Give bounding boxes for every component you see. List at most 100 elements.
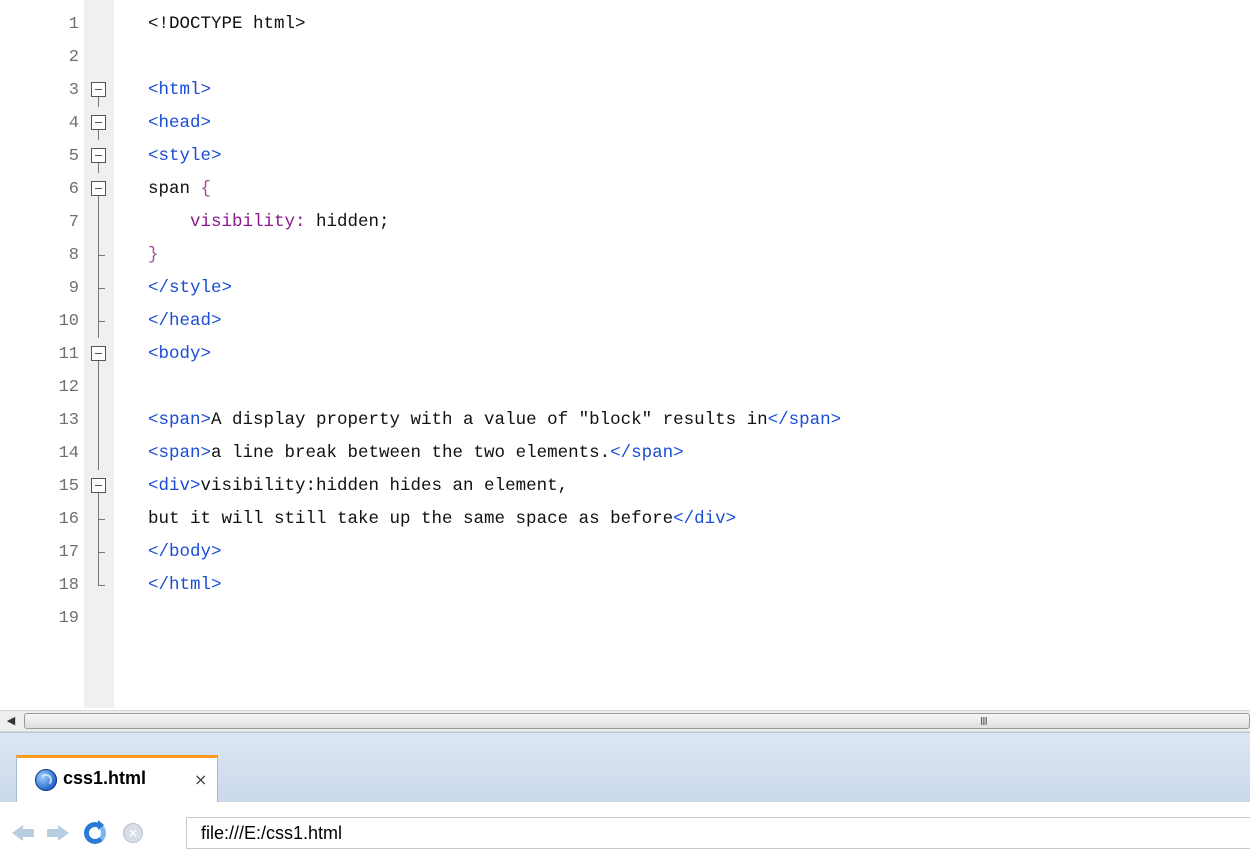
- scroll-left-glyph: ◀: [6, 715, 16, 727]
- horizontal-scrollbar[interactable]: ◀ III: [0, 710, 1250, 732]
- code-text: </head>: [148, 305, 222, 338]
- text-token: span: [148, 179, 201, 199]
- fold-tick: [98, 552, 105, 553]
- code-text: <!DOCTYPE html>: [148, 8, 306, 41]
- fold-box: [91, 478, 106, 493]
- fold-vertical: [98, 437, 99, 470]
- code-line[interactable]: 18 </html>: [0, 569, 1250, 602]
- forward-arrow-head: [58, 825, 69, 841]
- code-line[interactable]: 2: [0, 41, 1250, 74]
- scrollbar-grip-icon: III: [980, 715, 988, 728]
- line-number: 12: [58, 378, 79, 397]
- fold-toggle-minus-icon[interactable]: [84, 173, 114, 206]
- back-arrow-icon[interactable]: [10, 820, 36, 846]
- text-token: hidden;: [305, 212, 390, 232]
- url-text: file:///E:/css1.html: [201, 823, 343, 843]
- fold-guide-line: [84, 371, 114, 404]
- tab-bar-bottom-strip: [0, 802, 1250, 810]
- html-tag-token: </head>: [148, 311, 222, 331]
- code-editor[interactable]: 1 <!DOCTYPE html> 2 3 <html> 4 <head> 5 <style> 6…: [0, 0, 1250, 708]
- fold-toggle-minus-icon[interactable]: [84, 470, 114, 503]
- fold-toggle-minus-icon[interactable]: [84, 338, 114, 371]
- fold-guide-line: [84, 206, 114, 239]
- scrollbar-thumb[interactable]: III: [24, 713, 1250, 729]
- fold-box: [91, 115, 106, 130]
- code-line[interactable]: 3 <html>: [0, 74, 1250, 107]
- line-number: 9: [68, 279, 79, 298]
- fold-end-tick: [84, 503, 114, 536]
- line-number: 3: [68, 81, 79, 100]
- fold-tail: [98, 130, 99, 140]
- code-text: <body>: [148, 338, 211, 371]
- html-tag-token: </span>: [767, 410, 842, 430]
- reload-icon[interactable]: [82, 820, 108, 846]
- code-text: <style>: [148, 140, 222, 173]
- fold-tick: [98, 585, 105, 586]
- url-field[interactable]: file:///E:/css1.html: [186, 817, 1250, 849]
- fold-toggle-minus-icon[interactable]: [84, 74, 114, 107]
- fold-empty: [84, 41, 114, 74]
- code-text: }: [148, 239, 159, 272]
- code-line[interactable]: 17 </body>: [0, 536, 1250, 569]
- fold-tick: [98, 255, 105, 256]
- fold-vertical: [98, 371, 99, 404]
- code-line[interactable]: 6 span {: [0, 173, 1250, 206]
- code-line[interactable]: 13 <span>A display property with a value …: [0, 404, 1250, 437]
- code-line[interactable]: 12: [0, 371, 1250, 404]
- html-tag-token: </div>: [673, 509, 737, 529]
- html-tag-token: <style>: [148, 146, 222, 166]
- code-line[interactable]: 7 visibility: hidden;: [0, 206, 1250, 239]
- line-number: 1: [68, 15, 79, 34]
- code-line[interactable]: 4 <head>: [0, 107, 1250, 140]
- code-line[interactable]: 15 <div>visibility:hidden hides an elemen…: [0, 470, 1250, 503]
- fold-tail: [98, 196, 99, 206]
- scroll-left-arrow-icon[interactable]: ◀: [0, 711, 22, 731]
- code-line[interactable]: 9 </style>: [0, 272, 1250, 305]
- html-tag-token: </html>: [148, 575, 222, 595]
- browser-globe-icon: [35, 769, 57, 791]
- fold-vertical: [98, 404, 99, 437]
- fold-tail: [98, 361, 99, 371]
- stop-icon[interactable]: ×: [120, 820, 146, 846]
- tab-bar: css1.html ×: [0, 732, 1250, 810]
- code-line[interactable]: 8}: [0, 239, 1250, 272]
- fold-toggle-minus-icon[interactable]: [84, 107, 114, 140]
- code-text: <head>: [148, 107, 211, 140]
- html-tag-token: <body>: [148, 344, 212, 364]
- code-line[interactable]: 10 </head>: [0, 305, 1250, 338]
- code-line[interactable]: 14 <span>a line break between the two ele…: [0, 437, 1250, 470]
- tab-close-icon[interactable]: ×: [194, 770, 207, 789]
- code-line[interactable]: 1 <!DOCTYPE html>: [0, 8, 1250, 41]
- fold-tail: [98, 493, 99, 503]
- fold-toggle-minus-icon[interactable]: [84, 140, 114, 173]
- line-number: 18: [58, 576, 79, 595]
- code-line[interactable]: 11 <body>: [0, 338, 1250, 371]
- fold-empty: [84, 8, 114, 41]
- code-line[interactable]: 16 but it will still take up the same spa…: [0, 503, 1250, 536]
- html-tag-token: <head>: [148, 113, 212, 133]
- html-tag-token: <span>: [148, 443, 212, 463]
- fold-end-tick: [84, 536, 114, 569]
- code-line[interactable]: 19: [0, 602, 1250, 635]
- code-line[interactable]: 5 <style>: [0, 140, 1250, 173]
- text-token: A display property with a value of "bloc…: [211, 410, 768, 430]
- tab-css1-html[interactable]: css1.html ×: [16, 755, 218, 803]
- forward-arrow-icon[interactable]: [45, 820, 71, 846]
- line-number: 6: [68, 180, 79, 199]
- tab-label: css1.html: [63, 768, 147, 788]
- code-text: span {: [148, 173, 211, 206]
- fold-box: [91, 148, 106, 163]
- code-text: </style>: [148, 272, 232, 305]
- code-text: <span>a line break between the two eleme…: [148, 437, 684, 470]
- code-text: <div>visibility:hidden hides an element,: [148, 470, 568, 503]
- navigation-bar: × file:///E:/css1.html: [0, 810, 1250, 857]
- fold-end-tick: [84, 272, 114, 305]
- line-number: 8: [68, 246, 79, 265]
- fold-tick: [98, 519, 105, 520]
- back-arrow-shaft: [22, 829, 34, 837]
- html-tag-token: </style>: [148, 278, 233, 298]
- fold-tick: [98, 321, 105, 322]
- line-number: 5: [68, 147, 79, 166]
- reload-arrowhead: [98, 820, 104, 830]
